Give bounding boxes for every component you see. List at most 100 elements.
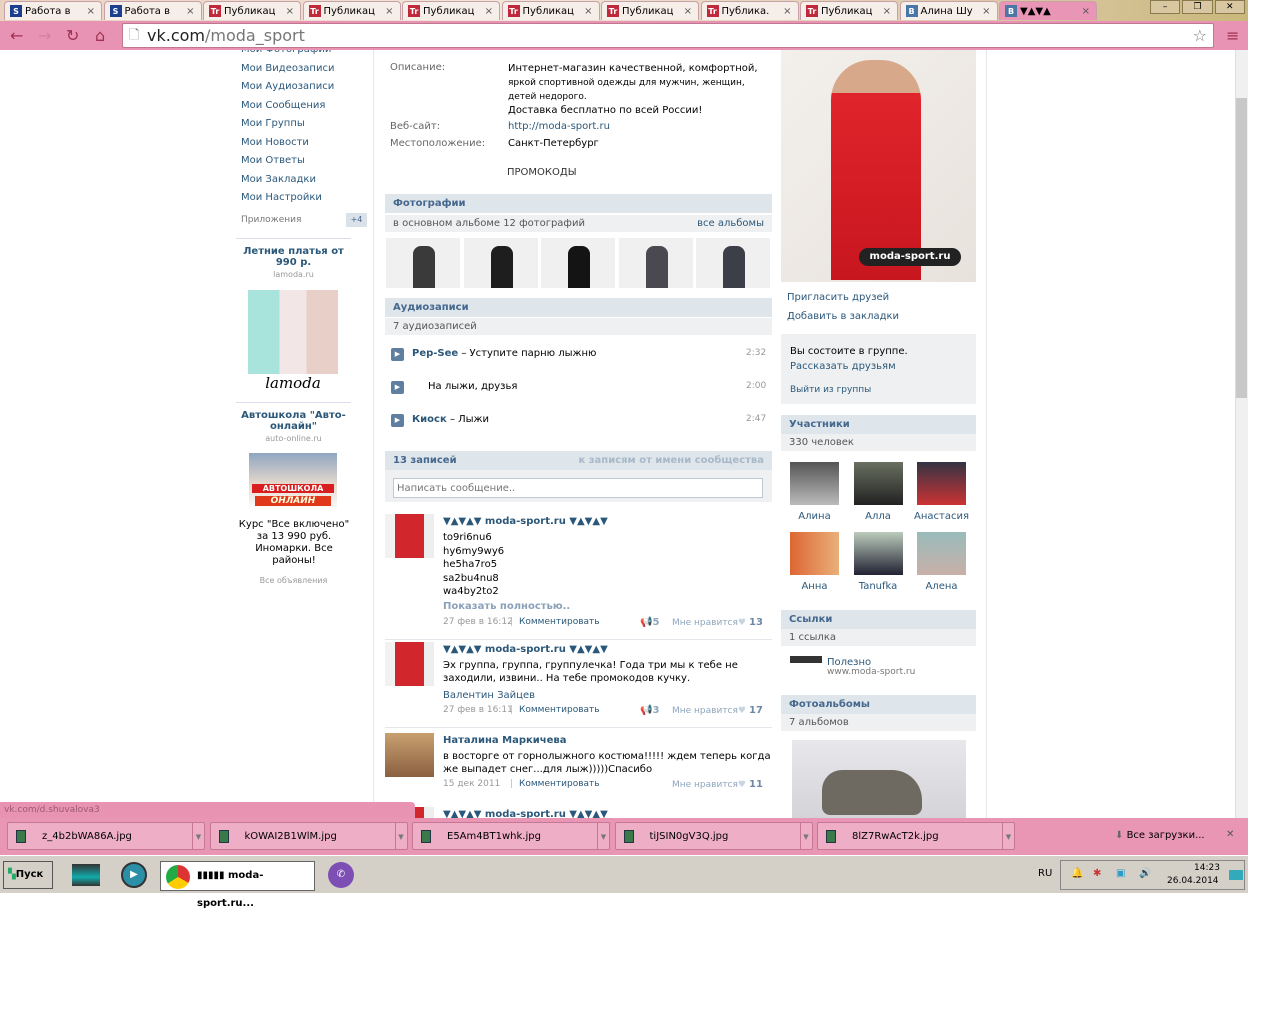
download-item[interactable]: E5Am4BT1whk.jpg ▼ [412,822,610,850]
add-bookmark-link[interactable]: Добавить в закладки [787,311,899,322]
post-author[interactable]: Наталина Маркичева [443,735,567,746]
close-downloads-icon[interactable]: ✕ [1226,829,1234,840]
home-icon[interactable]: ⌂ [95,26,105,45]
links-header[interactable]: Ссылки [781,610,976,629]
member-name[interactable]: Алина [782,511,847,522]
close-window-button[interactable]: ✕ [1214,0,1245,14]
ad-autoschool-title[interactable]: Автошкола "Авто-онлайн" [236,410,351,432]
audio-header[interactable]: Аудиозаписи [385,298,772,317]
sidebar-item[interactable]: Мои Сообщения [241,100,325,111]
like-button[interactable]: Мне нравится♥ 17 [672,705,763,716]
ad-lamoda-title[interactable]: Летние платья от 990 р. [236,246,351,268]
like-button[interactable]: Мне нравится♥ 11 [672,779,763,790]
scrollbar-thumb[interactable] [1236,98,1247,398]
forward-icon[interactable]: → [38,26,51,45]
tab-9[interactable]: B Алина Шу × [899,1,998,20]
address-bar[interactable]: 🗋 vk.com/moda_sport ☆ [122,23,1214,48]
member-avatar[interactable] [917,532,966,575]
volume-icon[interactable]: 🔊 [1139,868,1151,879]
member-avatar[interactable] [853,462,903,505]
comment-link[interactable]: Комментировать [519,705,600,715]
member-name[interactable]: Анастасия [909,511,974,522]
sidebar-item[interactable]: Мои Аудиозаписи [241,81,334,92]
download-menu-arrow[interactable]: ▼ [799,823,812,849]
comment-link[interactable]: Комментировать [519,779,600,789]
minimize-button[interactable]: – [1150,0,1181,14]
member-name[interactable]: Алла [846,511,911,522]
member-avatar[interactable] [790,462,839,505]
download-item[interactable]: 8lZ7RwAcT2k.jpg ▼ [817,822,1015,850]
post-avatar[interactable] [385,514,434,558]
sidebar-item[interactable]: Мои Фотографии [241,50,331,55]
tab-2[interactable]: Tr Публикац × [203,1,301,20]
printer-app-icon[interactable] [72,864,100,886]
comment-link[interactable]: Комментировать [519,617,600,627]
member-name[interactable]: Алена [909,581,974,592]
invite-friends-link[interactable]: Пригласить друзей [787,292,889,303]
website-link[interactable]: http://moda-sport.ru [508,121,610,132]
download-item[interactable]: tiJSIN0gV3Q.jpg ▼ [614,822,813,850]
post-avatar[interactable] [385,733,434,777]
leave-group-link[interactable]: Выйти из группы [790,385,871,395]
tab-close-icon[interactable]: × [385,6,393,17]
back-icon[interactable]: ← [10,26,23,45]
tab-close-icon[interactable]: × [584,6,592,17]
sidebar-item[interactable]: Мои Закладки [241,174,316,185]
tab-7[interactable]: Tr Публика. × [700,1,799,20]
all-albums-link[interactable]: все альбомы [697,215,764,232]
tab-close-icon[interactable]: × [286,6,294,17]
tab-close-icon[interactable]: × [1082,6,1090,17]
menu-icon[interactable]: ≡ [1226,26,1239,45]
viber-icon[interactable]: ✆ [328,862,354,888]
photo-thumbnail[interactable] [618,238,693,288]
post-signer[interactable]: Валентин Зайцев [443,690,535,701]
tab-0[interactable]: S Работа в × [4,1,102,20]
wall-post-input[interactable] [393,478,763,498]
member-name[interactable]: Tanufka [846,581,911,592]
network-icon[interactable]: ▣ [1116,868,1125,879]
album-cover[interactable] [792,740,966,818]
sidebar-item[interactable]: Мои Настройки [241,192,322,203]
ad-autoschool-image[interactable]: АВТОШКОЛА ОНЛАЙН [249,453,337,510]
tab-close-icon[interactable]: × [87,6,95,17]
all-ads-link[interactable]: Все объявления [236,576,351,585]
audio-track-title[interactable]: Pep-See – Уступите парню лыжню [412,348,596,359]
sidebar-apps[interactable]: Приложения [241,215,301,225]
language-indicator[interactable]: RU [1038,868,1052,879]
promo-link[interactable]: ПРОМОКОДЫ [507,167,577,178]
audio-track-title[interactable]: Киоск – Лыжи [412,414,489,425]
member-name[interactable]: Анна [782,581,847,592]
sidebar-item[interactable]: Мои Новости [241,137,309,148]
reload-icon[interactable]: ↻ [66,26,79,45]
all-downloads-link[interactable]: ⬇ Все загрузки... [1115,830,1205,841]
tab-3[interactable]: Tr Публикац × [302,1,401,20]
photo-thumbnail[interactable] [386,238,460,288]
download-menu-arrow[interactable]: ▼ [1002,823,1014,849]
tab-close-icon[interactable]: × [982,6,990,17]
show-more-link[interactable]: Показать полностью.. [443,601,570,612]
ad-lamoda-image[interactable]: lamoda [248,290,338,394]
start-button[interactable]: ▚Пуск [3,861,53,889]
tab-8[interactable]: Tr Публикац × [800,1,898,20]
media-player-icon[interactable]: ▶ [121,862,147,888]
taskbar-chrome-window[interactable]: ▮▮▮▮▮ moda-sport.ru... [160,861,315,909]
post-author[interactable]: ▼▲▼▲▼ moda-sport.ru ▼▲▼▲▼ [443,809,608,818]
like-button[interactable]: Мне нравится♥ 13 [672,617,763,628]
repost-button[interactable]: 📢3 [640,705,659,716]
tell-friends-link[interactable]: Рассказать друзьям [790,361,896,372]
member-avatar[interactable] [790,532,839,575]
tab-6[interactable]: Tr Публикац × [601,1,699,20]
tab-10[interactable]: B ▼▲▼▲ × [999,1,1097,20]
tab-close-icon[interactable]: × [684,6,692,17]
restore-button[interactable]: ❐ [1182,0,1213,14]
sidebar-item[interactable]: Мои Ответы [241,155,305,166]
sidebar-item[interactable]: Мои Видеозаписи [241,63,334,74]
members-header[interactable]: Участники [781,415,976,434]
group-avatar[interactable]: moda-sport.ru [781,50,976,282]
tab-4[interactable]: Tr Публикац × [402,1,500,20]
download-menu-arrow[interactable]: ▼ [597,823,609,849]
wall-filter-link[interactable]: к записям от имени сообщества [578,451,764,470]
play-button[interactable]: ▶ [391,414,404,427]
download-menu-arrow[interactable]: ▼ [192,823,204,849]
download-item[interactable]: kOWAI2B1WlM.jpg ▼ [209,822,408,850]
